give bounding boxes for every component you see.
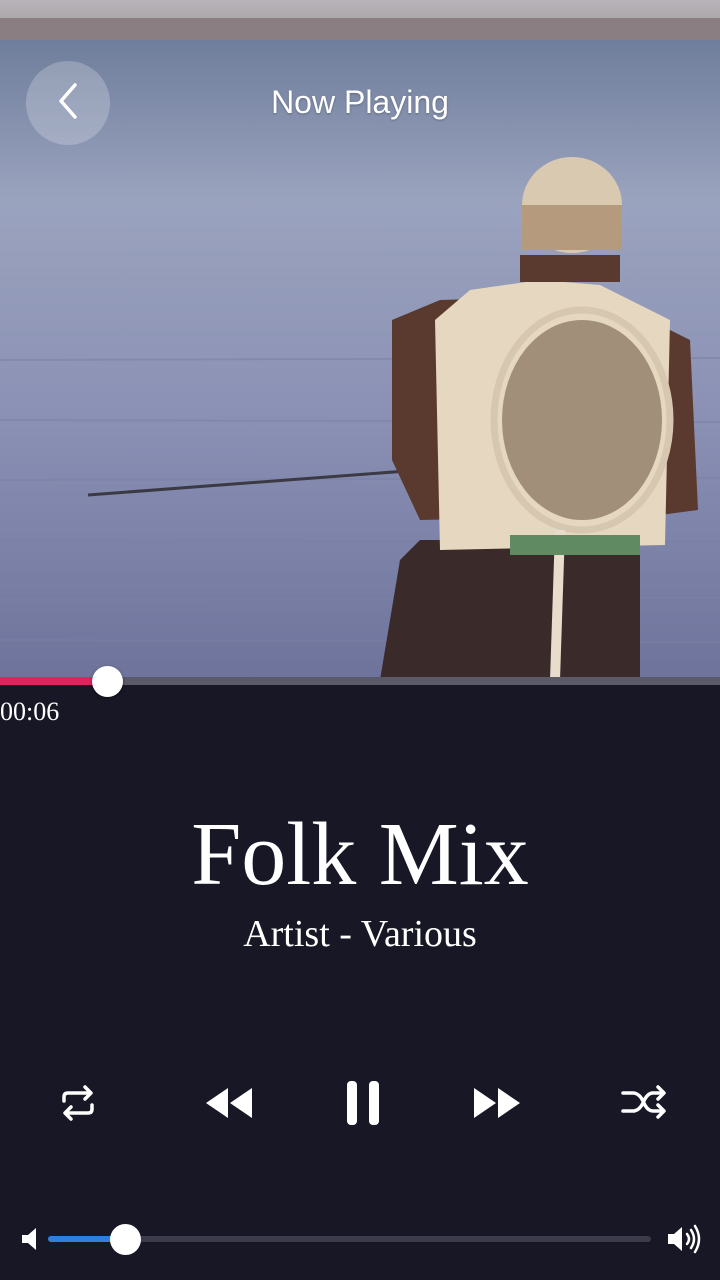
progress-thumb[interactable]	[92, 666, 123, 697]
playback-controls	[0, 1070, 720, 1140]
shuffle-icon	[619, 1083, 669, 1128]
volume-high-icon	[666, 1224, 704, 1259]
volume-thumb[interactable]	[110, 1224, 141, 1255]
elapsed-time: 00:06	[0, 697, 60, 726]
pause-button[interactable]	[333, 1070, 393, 1140]
rewind-icon	[202, 1086, 254, 1125]
playback-progress-bar[interactable]	[0, 666, 720, 697]
rewind-button[interactable]	[198, 1070, 258, 1140]
progress-fill	[0, 677, 107, 685]
repeat-button[interactable]	[50, 1070, 106, 1140]
artist-name: Artist - Various	[243, 913, 477, 955]
repeat-icon	[56, 1083, 100, 1128]
fast-forward-icon	[472, 1086, 524, 1125]
volume-low-icon	[20, 1226, 42, 1257]
page-title: Now Playing	[271, 84, 449, 120]
fast-forward-button[interactable]	[468, 1070, 528, 1140]
pause-icon	[343, 1079, 383, 1132]
song-title: Folk Mix	[191, 805, 529, 904]
shuffle-button[interactable]	[614, 1070, 674, 1140]
volume-control	[0, 1215, 720, 1261]
